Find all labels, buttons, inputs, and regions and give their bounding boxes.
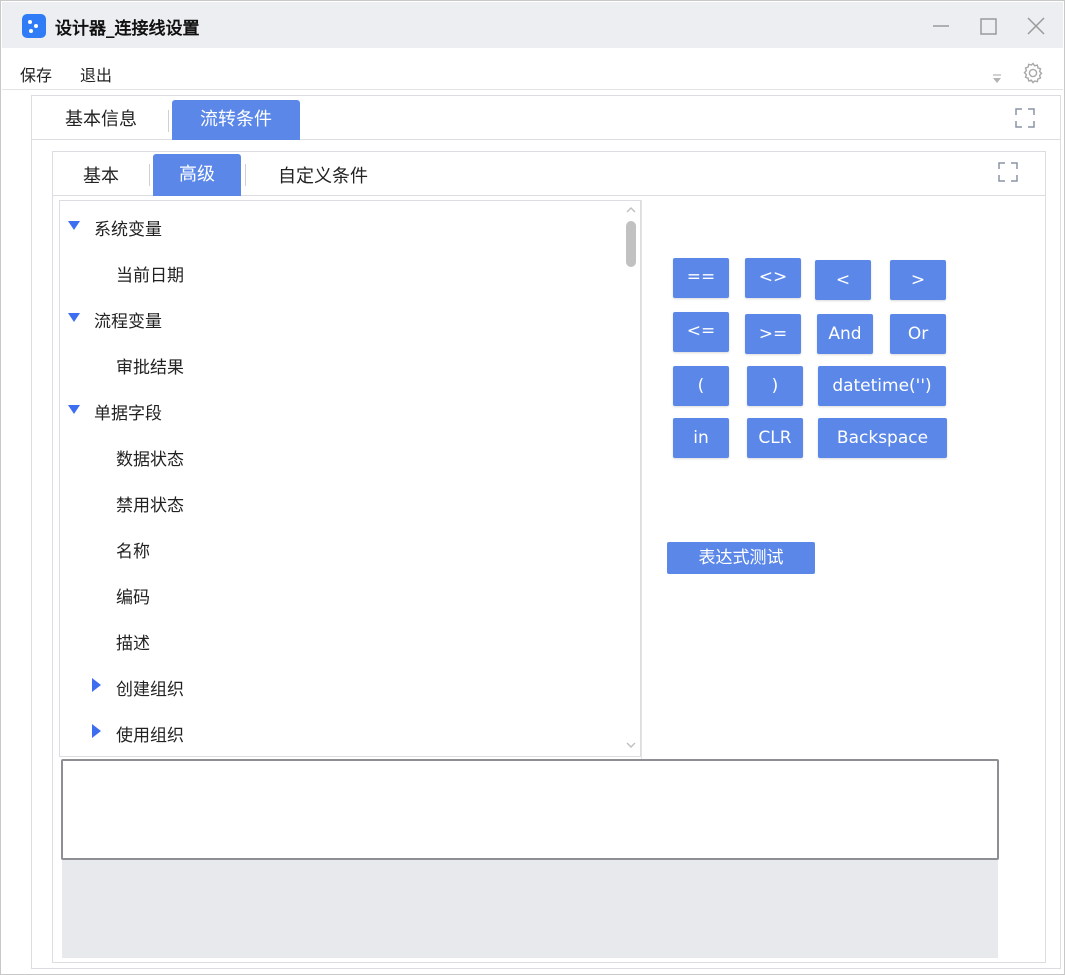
menu-bar: 保存 退出 — [2, 48, 1063, 90]
caret-right-icon[interactable] — [92, 678, 101, 692]
op-equal-button[interactable]: == — [673, 258, 729, 298]
tree-item-name[interactable]: 名称 — [60, 533, 620, 563]
inner-tab-bar: 基本 高级 自定义条件 — [53, 152, 1045, 196]
inner-panel: 基本 高级 自定义条件 系统变量 当前日期 流程变量 审批结果 单据字段 数据状… — [52, 151, 1046, 963]
tab-flow-conditions[interactable]: 流转条件 — [172, 100, 300, 140]
outer-tab-bar: 基本信息 流转条件 — [32, 96, 1060, 140]
op-in-button[interactable]: in — [673, 418, 729, 458]
tree-group-document-fields[interactable]: 单据字段 — [60, 395, 620, 425]
op-or-button[interactable]: Or — [890, 314, 946, 354]
tab-advanced[interactable]: 高级 — [153, 154, 241, 196]
variable-tree: 系统变量 当前日期 流程变量 审批结果 单据字段 数据状态 禁用状态 名称 编码… — [59, 200, 641, 757]
op-backspace-button[interactable]: Backspace — [818, 418, 947, 458]
minimize-icon — [933, 25, 949, 27]
menu-exit[interactable]: 退出 — [80, 62, 112, 86]
op-close-paren-button[interactable]: ) — [747, 366, 803, 406]
op-not-equal-button[interactable]: <> — [745, 258, 801, 298]
op-open-paren-button[interactable]: ( — [673, 366, 729, 406]
fullscreen-icon[interactable] — [1015, 108, 1035, 132]
tree-node-use-org[interactable]: 使用组织 — [60, 717, 620, 747]
tree-item-data-status[interactable]: 数据状态 — [60, 441, 620, 471]
tree-group-system-variables[interactable]: 系统变量 — [60, 211, 620, 241]
menu-save[interactable]: 保存 — [20, 62, 52, 86]
maximize-button[interactable] — [975, 12, 1003, 40]
tree-node-create-org[interactable]: 创建组织 — [60, 671, 620, 701]
caret-down-icon[interactable] — [68, 313, 80, 322]
outer-panel: 基本信息 流转条件 基本 高级 自定义条件 系统变量 当前日期 流程变量 审批结… — [31, 95, 1061, 969]
tree-group-process-variables[interactable]: 流程变量 — [60, 303, 620, 333]
caret-down-icon[interactable] — [68, 221, 80, 230]
close-button[interactable] — [1022, 12, 1050, 40]
op-greater-equal-button[interactable]: >= — [745, 314, 801, 354]
tab-basic-info[interactable]: 基本信息 — [46, 106, 156, 140]
op-clear-button[interactable]: CLR — [747, 418, 803, 458]
dropdown-arrow-icon[interactable] — [991, 70, 1003, 89]
maximize-icon — [980, 18, 997, 35]
window-title: 设计器_连接线设置 — [55, 19, 200, 39]
app-logo-icon — [22, 14, 46, 38]
result-area — [62, 860, 998, 958]
designer-window: 设计器_连接线设置 保存 退出 基本信息 流转条件 基本 高级 自定义条件 系统… — [0, 0, 1065, 975]
caret-down-icon[interactable] — [68, 405, 80, 414]
scroll-thumb[interactable] — [626, 221, 636, 267]
tree-scrollbar[interactable] — [622, 201, 640, 756]
expression-textarea[interactable] — [61, 759, 999, 860]
tree-item-approval-result[interactable]: 审批结果 — [60, 349, 620, 379]
minimize-button[interactable] — [927, 12, 955, 40]
scroll-down-icon — [626, 742, 636, 748]
op-greater-than-button[interactable]: > — [890, 260, 946, 300]
scroll-up-icon — [626, 207, 636, 213]
op-datetime-button[interactable]: datetime('') — [818, 366, 946, 406]
tree-item-disabled-status[interactable]: 禁用状态 — [60, 487, 620, 517]
close-icon — [1027, 17, 1045, 35]
op-less-than-button[interactable]: < — [815, 260, 871, 300]
tab-custom-condition[interactable]: 自定义条件 — [263, 160, 383, 194]
op-and-button[interactable]: And — [817, 314, 873, 354]
tree-item-code[interactable]: 编码 — [60, 579, 620, 609]
title-bar: 设计器_连接线设置 — [2, 2, 1063, 48]
caret-right-icon[interactable] — [92, 724, 101, 738]
op-less-equal-button[interactable]: <= — [673, 312, 729, 352]
tree-item-description[interactable]: 描述 — [60, 625, 620, 655]
expression-test-button[interactable]: 表达式测试 — [667, 542, 815, 574]
tree-item-current-date[interactable]: 当前日期 — [60, 257, 620, 287]
gear-icon[interactable] — [1021, 61, 1045, 89]
tab-basic[interactable]: 基本 — [63, 160, 139, 194]
fullscreen-icon[interactable] — [998, 162, 1018, 186]
